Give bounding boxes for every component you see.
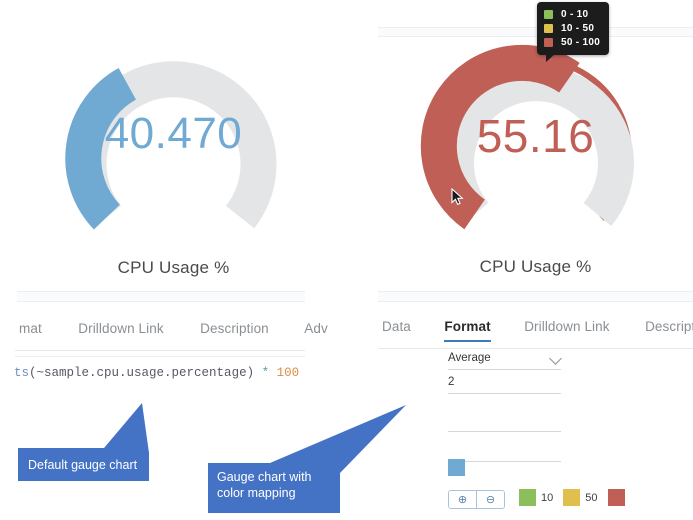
- decimals-input[interactable]: 2: [448, 372, 561, 394]
- threshold-legend: 10 50: [519, 489, 630, 506]
- tab-advanced[interactable]: Adv: [304, 321, 328, 343]
- decimals-value: 2: [448, 376, 455, 388]
- aggregation-select[interactable]: Average: [448, 348, 562, 370]
- gauge-left-value: 40.470: [104, 109, 243, 158]
- threshold-swatch-green[interactable]: [519, 489, 536, 506]
- callout-default-gauge: Default gauge chart: [18, 403, 168, 481]
- color-mapped-gauge-widget: 55.16 CPU Usage %: [378, 38, 693, 277]
- legend-swatch-yellow: [544, 24, 553, 33]
- threshold-value-green: 10: [541, 491, 554, 504]
- default-gauge-widget: 40.470 CPU Usage %: [0, 40, 347, 278]
- right-panel-top-band: [378, 27, 693, 37]
- left-panel-code-top-rule: [15, 356, 305, 357]
- legend-label-yellow: 10 - 50: [561, 23, 595, 34]
- callout-color-mapping: Gauge chart with color mapping: [208, 405, 438, 513]
- add-threshold-button[interactable]: ⊕: [449, 491, 476, 508]
- threshold-swatch-red[interactable]: [607, 489, 625, 506]
- tab-description[interactable]: Description: [200, 321, 269, 343]
- threshold-swatch-yellow[interactable]: [563, 489, 581, 506]
- gauge-left-label: CPU Usage %: [117, 258, 230, 277]
- code-number: 100: [276, 366, 300, 380]
- legend-label-green: 0 - 10: [561, 9, 589, 20]
- tooltip-legend-row: 0 - 10: [544, 8, 600, 21]
- tab-drilldown-link[interactable]: Drilldown Link: [78, 321, 163, 343]
- series-color-swatch[interactable]: [448, 459, 465, 476]
- tab-format[interactable]: Format: [444, 319, 492, 342]
- code-operator: *: [261, 366, 270, 380]
- callout-right-text: Gauge chart with color mapping: [217, 470, 312, 500]
- code-close-paren: ): [246, 366, 255, 380]
- gauge-left[interactable]: 40.470: [61, 40, 286, 240]
- gauge-right[interactable]: 55.16: [420, 38, 651, 243]
- threshold-value-yellow: 50: [585, 491, 598, 504]
- right-panel-tabbar: Data Format Drilldown Link Description: [378, 318, 693, 349]
- right-panel-divider-band: [378, 291, 693, 302]
- left-panel-divider-band: [17, 291, 305, 302]
- legend-label-red: 50 - 100: [561, 37, 601, 48]
- chevron-down-icon: [549, 352, 562, 365]
- tab-data[interactable]: Data: [382, 319, 411, 341]
- left-panel-tabbar: mat Drilldown Link Description Adv: [15, 320, 328, 351]
- tooltip-tail: [546, 54, 555, 62]
- mouse-pointer-icon: [451, 188, 464, 206]
- tab-format[interactable]: mat: [19, 321, 42, 343]
- code-expression[interactable]: ts(~sample.cpu.usage.percentage) * 100: [14, 366, 299, 380]
- aggregation-value: Average: [448, 352, 491, 364]
- legend-swatch-red: [544, 38, 553, 47]
- color-mapping-tooltip: 0 - 10 10 - 50 50 - 100: [537, 2, 610, 62]
- tooltip-legend-row: 50 - 100: [544, 36, 600, 49]
- gauge-right-value: 55.16: [476, 110, 595, 162]
- code-function: ts: [14, 366, 30, 380]
- tooltip-legend-row: 10 - 50: [544, 22, 600, 35]
- tab-description[interactable]: Description: [645, 319, 693, 341]
- threshold-stepper[interactable]: ⊕ ⊖: [448, 490, 505, 509]
- field-three-input[interactable]: [448, 410, 561, 432]
- legend-swatch-green: [544, 10, 553, 19]
- callout-left-text: Default gauge chart: [28, 458, 138, 472]
- code-argument: ~sample.cpu.usage.percentage: [36, 366, 247, 380]
- gauge-right-label: CPU Usage %: [479, 257, 592, 276]
- remove-threshold-button[interactable]: ⊖: [476, 491, 504, 508]
- code-open-paren: (: [29, 366, 37, 380]
- tab-drilldown-link[interactable]: Drilldown Link: [524, 319, 609, 341]
